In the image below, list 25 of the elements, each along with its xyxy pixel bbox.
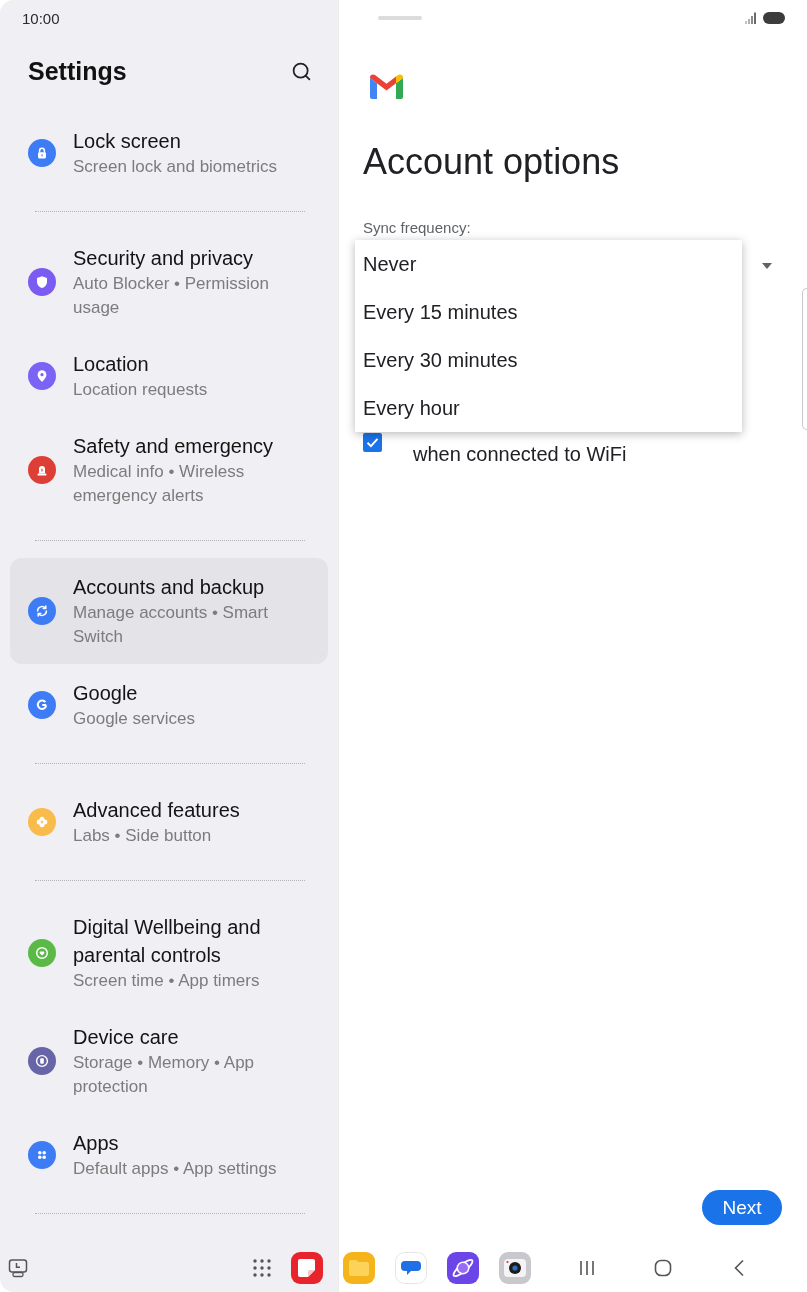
item-title: Accounts and backup xyxy=(73,575,266,600)
item-subtitle: Manage accounts • Smart Switch xyxy=(73,602,269,648)
page-title: Account options xyxy=(363,142,620,182)
item-title: Security and privacy xyxy=(73,246,255,271)
item-title: Apps xyxy=(73,1131,120,1156)
item-title: Advanced features xyxy=(73,798,241,823)
item-subtitle: Google services xyxy=(73,708,196,730)
item-title: Digital Wellbeing and parental controls xyxy=(73,915,262,968)
item-subtitle: Default apps • App settings xyxy=(73,1158,278,1180)
item-subtitle: Screen time • App timers xyxy=(73,970,261,992)
item-subtitle: Medical info • Wireless emergency alerts xyxy=(73,461,246,507)
item-title: Lock screen xyxy=(73,129,182,154)
item-title: Google xyxy=(73,681,139,706)
settings-title: Settings xyxy=(28,56,127,86)
item-title: Location xyxy=(73,352,150,377)
status-time: 10:00 xyxy=(22,9,60,27)
item-subtitle: Storage • Memory • App protection xyxy=(73,1052,256,1098)
item-title: Device care xyxy=(73,1025,180,1050)
item-title: Safety and emergency xyxy=(73,434,275,459)
checkbox-label: when connected to WiFi xyxy=(413,442,628,467)
item-subtitle: Screen lock and biometrics xyxy=(73,156,279,178)
item-subtitle: Auto Blocker • Permission usage xyxy=(73,273,270,319)
item-subtitle: Labs • Side button xyxy=(73,825,213,847)
item-subtitle: Location requests xyxy=(73,379,209,401)
field-label: Sync frequency: xyxy=(363,219,471,237)
